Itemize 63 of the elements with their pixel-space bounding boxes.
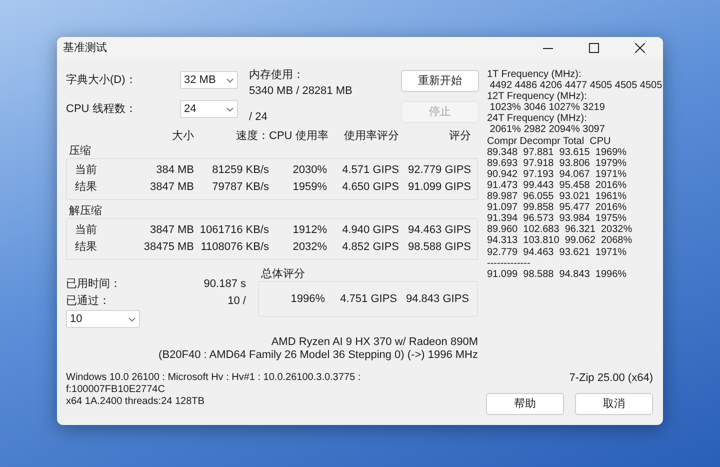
table-cell-text: 4.751 GIPS: [339, 292, 397, 306]
row-label: 当前: [74, 224, 98, 237]
table-cell-text: 94.463 GIPS: [407, 224, 471, 237]
dialog-button[interactable]: 重新开始: [401, 70, 479, 92]
passes-label: 已通过：: [66, 295, 110, 308]
field-label: 字典大小(D)：: [66, 74, 138, 86]
group-title: 压缩: [68, 145, 91, 157]
dropdown[interactable]: 32 MB: [180, 71, 238, 89]
table-cell-text: 94.843 GIPS: [405, 292, 469, 306]
table-cell-text: 98.588 GIPS: [407, 241, 471, 254]
elapsed-label: 已用时间：: [66, 278, 121, 291]
dropdown[interactable]: 10: [66, 310, 140, 328]
row-label: 当前: [74, 164, 98, 177]
maximize-icon: [589, 43, 599, 53]
table-cell-text: 3847 MB: [148, 181, 194, 194]
column-header: 评分: [448, 130, 471, 143]
table-cell-text: 1108076 KB/s: [200, 241, 269, 254]
column-header: CPU 使用率: [269, 130, 327, 143]
group-title: 总体评分: [260, 268, 305, 280]
benchmark-log: 1T Frequency (MHz): 4492 4486 4206 4477 4505 4505 4505 12T Frequency (MHz): 1023% 3046 1027% 3219 24T Frequency (MHz): 2061% 2982 2094% 3097 Compr Decompr Total CPU 89.348 97.881 93.615 1969% 89.693 97.918 93.806 1979% 90.942 97.193 94.067 1971% 91.473 99.443 95.458 2016% 89.987 96.055 93.021 1961% 91.097 99.858 95.477 2016% 91.394 96.573 93.984 1975% 89.960 102.683 96.321 2032% 94.313 103.810 99.062 2068% 92.779 94.463 93.621 1971% ------------- 91.099 98.588 94.843 1996%: [487, 69, 662, 280]
cpu-info: AMD Ryzen AI 9 HX 370 w/ Radeon 890M: [271, 336, 478, 349]
passes-value: 10 /: [228, 295, 246, 308]
column-header: 大小: [171, 130, 194, 143]
system-info: Windows 10.0 26100 : Microsoft Hv : Hv#1 : 10.0.26100.3.0.3775 :: [66, 372, 362, 384]
column-header: 速度：: [235, 130, 269, 143]
field-label: CPU 线程数：: [66, 102, 138, 116]
table-cell-text: 38475 MB: [142, 241, 194, 254]
table-cell-text: 81259 KB/s: [211, 164, 269, 177]
memory-value: 5340 MB / 28281 MB: [249, 85, 354, 98]
dropdown[interactable]: 24: [180, 100, 238, 118]
chevron-down-icon: [226, 78, 234, 82]
table-cell-text: 91.099 GIPS: [407, 181, 471, 194]
table-cell-text: 2030%: [292, 164, 327, 177]
version-label: 7-Zip 25.00 (x64): [569, 372, 653, 385]
memory-label: 内存使用：: [249, 69, 305, 82]
table-cell-text: 4.852 GIPS: [341, 241, 399, 254]
thread-max: / 24: [249, 111, 268, 124]
table-cell-text: 4.650 GIPS: [341, 181, 399, 194]
table-cell-text: 1061716 KB/s: [198, 224, 269, 237]
table-cell-text: 4.940 GIPS: [341, 224, 399, 237]
dialog-button[interactable]: 取消: [575, 393, 653, 415]
table-cell-text: 4.571 GIPS: [341, 164, 399, 177]
system-info: x64 1A.2400 threads:24 128TB: [66, 396, 206, 408]
row-label: 结果: [74, 181, 98, 194]
close-icon: [635, 43, 645, 53]
table-cell-text: 1912%: [292, 224, 327, 237]
chevron-down-icon: [226, 106, 234, 112]
column-header: 使用率评分: [343, 130, 399, 143]
row-label: 结果: [74, 241, 98, 254]
elapsed-value: 90.187 s: [204, 278, 246, 291]
dialog-button[interactable]: 帮助: [486, 393, 564, 415]
table-cell-text: 384 MB: [155, 164, 194, 177]
group-title: 解压缩: [68, 205, 102, 217]
table-cell-text: 3847 MB: [148, 224, 194, 237]
table-cell-text: 79787 KB/s: [211, 181, 269, 194]
table-cell-text: 92.779 GIPS: [407, 164, 471, 177]
window-title: 基准测试: [62, 42, 107, 54]
cpu-info: (B20F40 : AMD64 Family 26 Model 36 Stepping 0) (->) 1996 MHz: [158, 349, 478, 362]
table-cell-text: 1959%: [292, 181, 327, 194]
table-cell-text: 2032%: [292, 241, 327, 254]
chevron-down-icon: [128, 316, 136, 322]
table-cell-text: 1996%: [290, 292, 325, 306]
system-info: f:100007FB10E2774C: [66, 384, 166, 396]
